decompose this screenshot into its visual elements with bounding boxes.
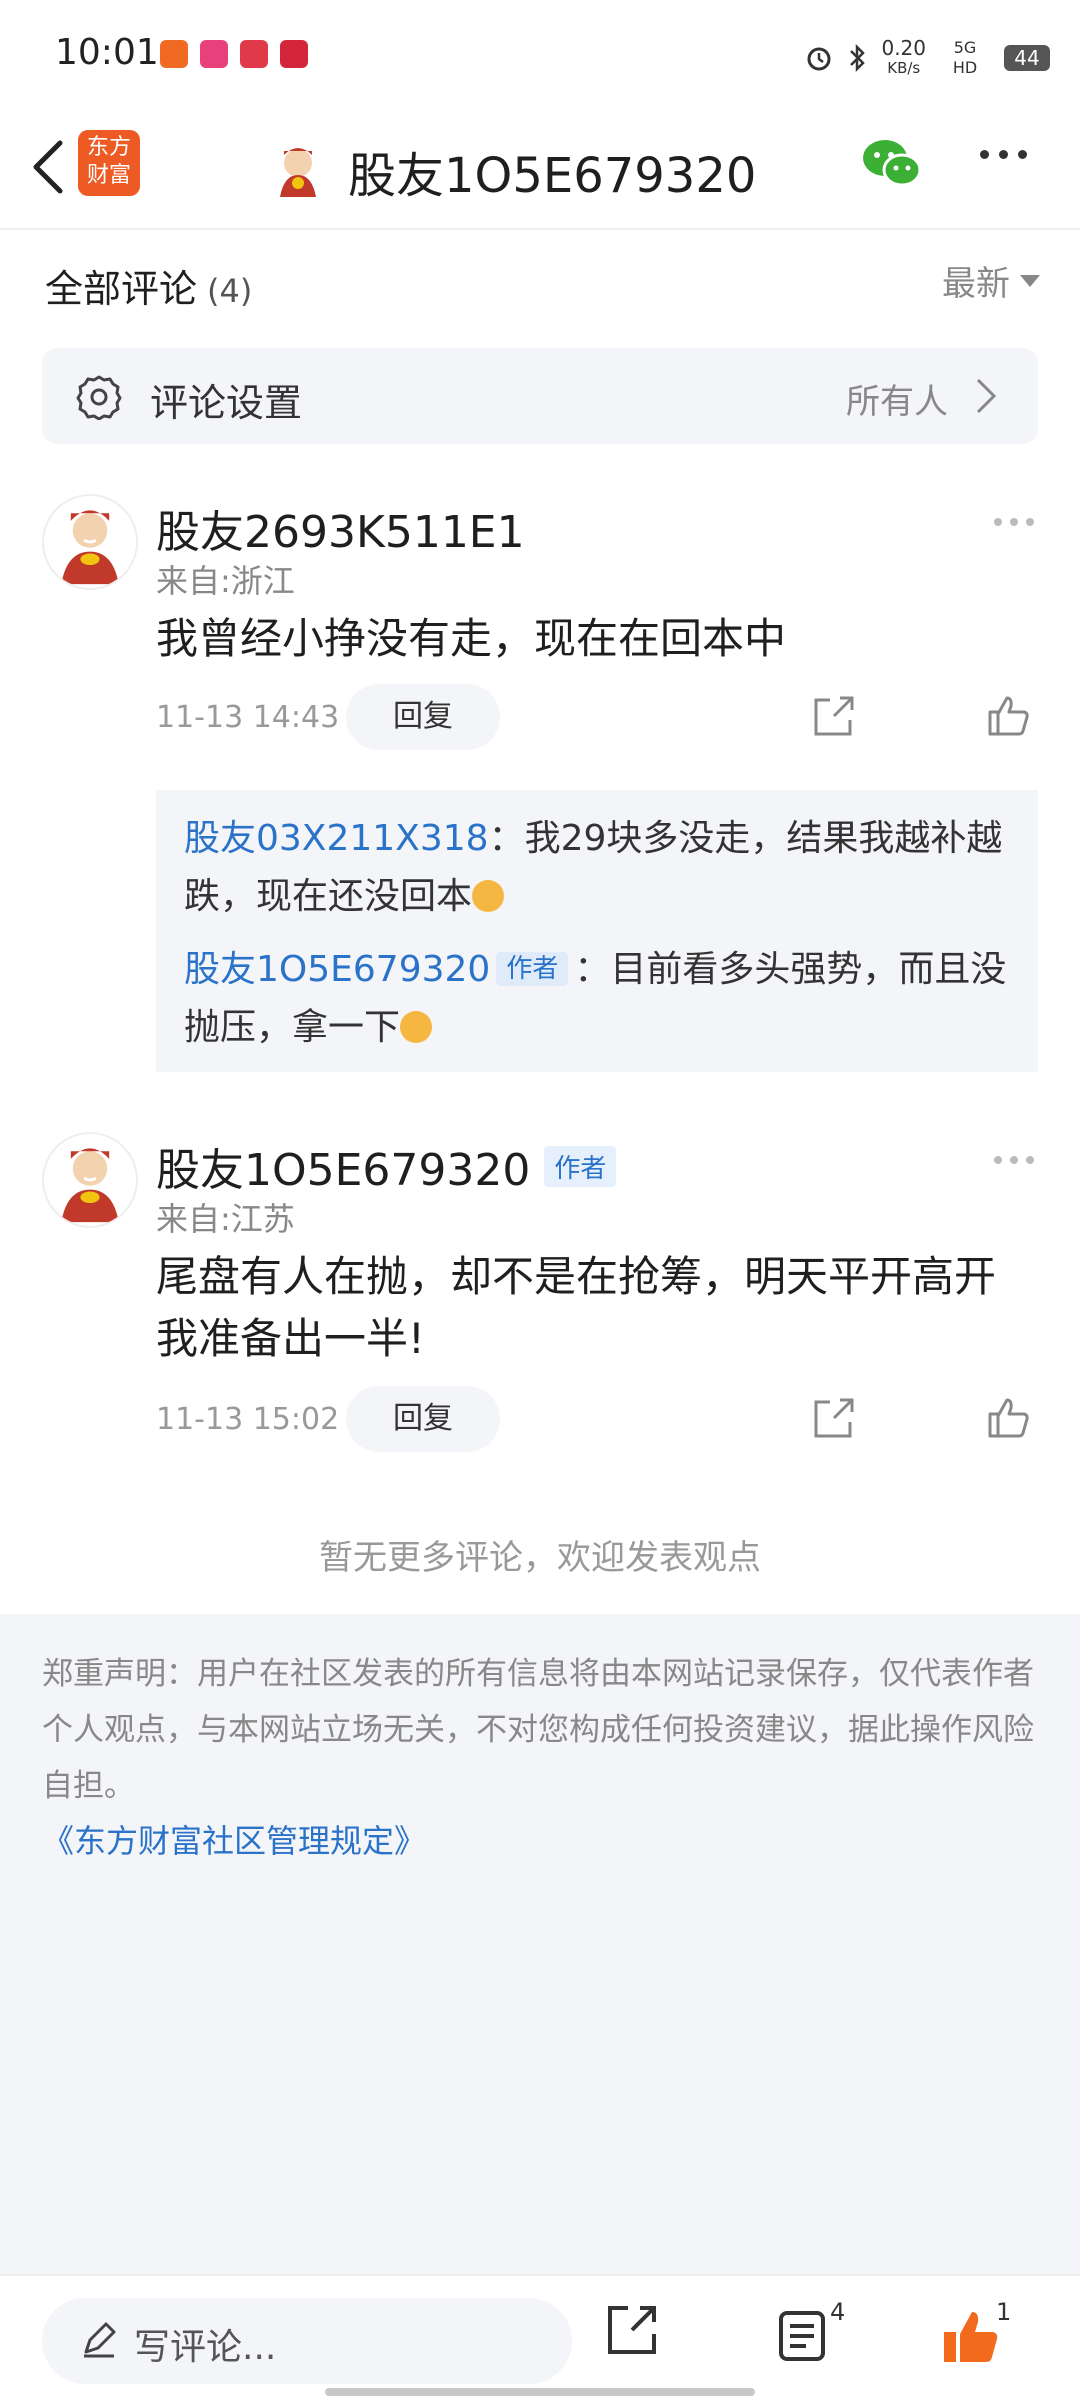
user-avatar-icon [280, 148, 316, 197]
sub-reply-username[interactable]: 股友03X211X318 [184, 818, 489, 859]
page-title: 股友1O5E679320 [348, 148, 757, 204]
comment-text: 我曾经小挣没有走，现在在回本中 [156, 614, 787, 663]
comment-text: 尾盘有人在抛，却不是在抢筹，明天平开高开我准备出一半! [156, 1252, 997, 1363]
app-notification-icon [160, 40, 188, 68]
home-indicator [325, 2388, 755, 2396]
avatar[interactable] [42, 1132, 138, 1228]
sub-reply-username[interactable]: 股友1O5E679320 [184, 949, 490, 990]
like-count-badge: 1 [996, 2298, 1012, 2326]
no-more-comments: 暂无更多评论，欢迎发表观点 [319, 1538, 761, 1578]
like-icon[interactable] [986, 692, 1032, 738]
crying-emoji-icon [472, 880, 505, 912]
share-icon[interactable] [604, 2302, 660, 2358]
share-icon[interactable] [810, 1396, 856, 1442]
comments-header: 全部评论 (4) [45, 267, 253, 311]
comment-settings-row[interactable]: 评论设置 所有人 [42, 348, 1038, 444]
write-comment-placeholder: 写评论... [134, 2327, 277, 2368]
author-tag: 作者 [544, 1145, 617, 1187]
comment-time: 11-13 14:43 [156, 700, 340, 735]
app-notification-icon [200, 40, 228, 68]
status-time: 10:01 [55, 32, 159, 73]
comment-more-button[interactable] [994, 1156, 1034, 1164]
more-options-button[interactable] [980, 150, 1027, 159]
chevron-left-icon [33, 140, 63, 194]
comment-username[interactable]: 股友1O5E679320 作者 [156, 1134, 617, 1198]
back-button[interactable] [20, 132, 76, 202]
app-notification-icon [240, 40, 268, 68]
network-type: 5G HD [952, 38, 978, 77]
reply-button[interactable]: 回复 [346, 1386, 500, 1452]
comment-time: 11-13 15:02 [156, 1402, 340, 1437]
avatar[interactable] [42, 494, 138, 590]
status-indicators: 0.20 KB/s 5G HD 44 [805, 38, 1050, 78]
notification-icons [160, 40, 308, 68]
caret-down-icon [1020, 274, 1040, 287]
title-area: 股友1O5E679320 [270, 136, 756, 206]
pen-icon [84, 2322, 116, 2358]
like-icon[interactable] [986, 1394, 1032, 1440]
reply-button[interactable]: 回复 [346, 684, 500, 750]
top-bar: 东方财富 股友1O5E679320 [0, 110, 1080, 230]
disclaimer-text: 郑重声明：用户在社区发表的所有信息将由本网站记录保存，仅代表作者个人观点，与本网… [42, 1656, 1034, 1804]
alarm-icon [807, 47, 831, 71]
comment-username[interactable]: 股友2693K511E1 [156, 496, 525, 560]
settings-label: 评论设置 [150, 381, 303, 425]
comment-location: 来自:江苏 [156, 1200, 295, 1238]
gear-icon [76, 375, 122, 420]
footer: 郑重声明：用户在社区发表的所有信息将由本网站记录保存，仅代表作者个人观点，与本网… [0, 1614, 1080, 2274]
sort-dropdown[interactable]: 最新 [942, 256, 1040, 305]
bluetooth-icon [850, 43, 866, 73]
comment-count-badge: 4 [830, 2298, 846, 2326]
community-rules-link[interactable]: 《东方财富社区管理规定》 [42, 1816, 426, 1862]
author-tag: 作者 [496, 952, 569, 986]
comments-list-icon[interactable] [776, 2308, 830, 2362]
smile-emoji-icon [400, 1011, 433, 1043]
chevron-right-icon [976, 378, 997, 414]
brand-logo[interactable]: 东方财富 [78, 130, 140, 196]
battery-icon: 44 [1004, 45, 1050, 71]
sub-reply[interactable]: 股友1O5E679320 作者 ：目前看多头强势，而且没抛压，拿一下 [184, 940, 1034, 1057]
reply-thread: 股友03X211X318：我29块多没走，结果我越补越跌，现在还没回本 股友1O… [156, 790, 1038, 1072]
like-filled-icon[interactable] [940, 2306, 1000, 2366]
comment-more-button[interactable] [994, 518, 1034, 526]
write-comment-input[interactable]: 写评论... [42, 2298, 572, 2384]
share-icon[interactable] [810, 694, 856, 740]
net-speed: 0.20 KB/s [881, 36, 926, 77]
comment-location: 来自:浙江 [156, 562, 295, 600]
status-bar: 10:01 0.20 KB/s 5G HD 44 [0, 0, 1080, 110]
sub-reply[interactable]: 股友03X211X318：我29块多没走，结果我越补越跌，现在还没回本 [184, 810, 1034, 926]
bottom-bar: 写评论... 4 1 [0, 2274, 1080, 2402]
app-notification-icon [280, 40, 308, 68]
wechat-share-icon[interactable] [860, 136, 924, 192]
settings-value: 所有人 [846, 382, 948, 422]
comment-count: (4) [207, 272, 253, 310]
